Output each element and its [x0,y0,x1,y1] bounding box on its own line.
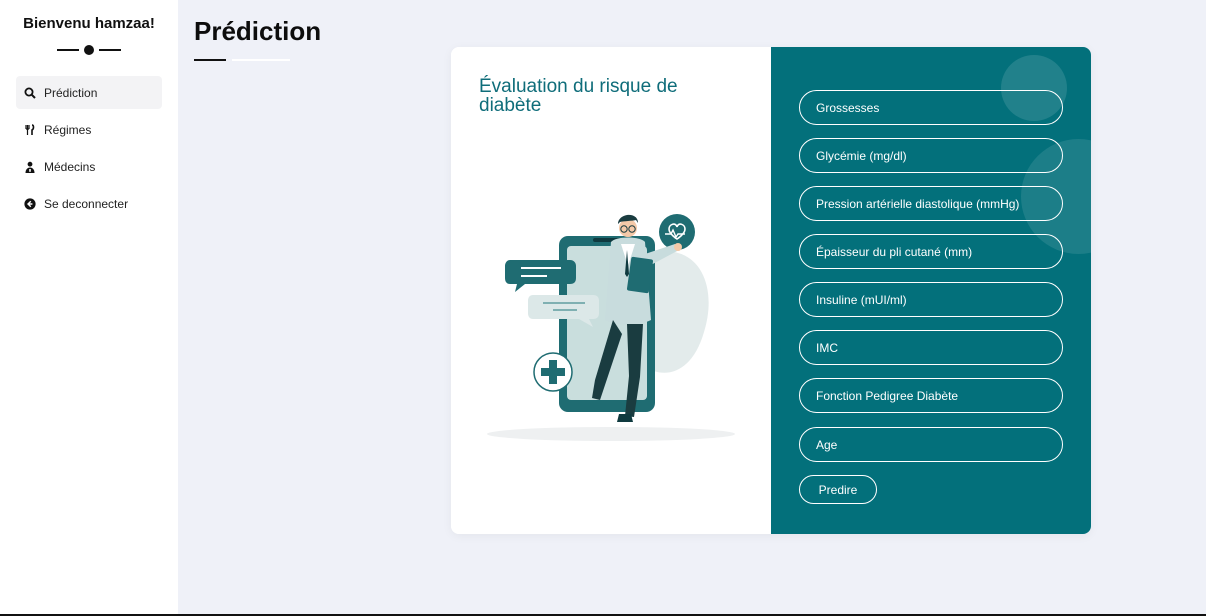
grossesses-input[interactable]: Grossesses [799,90,1063,125]
sidebar-item-label: Prédiction [44,85,98,100]
sidebar-item-label: Régimes [44,122,92,137]
page-title: Prédiction [194,16,322,46]
insuline-input[interactable]: Insuline (mUI/ml) [799,282,1063,317]
sidebar-item-regimes[interactable]: Régimes [16,113,162,146]
title-underline [194,59,226,61]
epaisseur-pli-cutane-input[interactable]: Épaisseur du pli cutané (mm) [799,234,1063,269]
card-title: Évaluation du risque de diabète [479,76,678,116]
sidebar: Bienvenu hamzaa! Prédiction Régimes Méde… [0,0,178,616]
card-illustration-panel: Évaluation du risque de diabète [451,47,771,534]
glycemie-input[interactable]: Glycémie (mg/dl) [799,138,1063,173]
prediction-card: Évaluation du risque de diabète Grossess… [451,47,1091,534]
pression-arterielle-input[interactable]: Pression artérielle diastolique (mmHg) [799,186,1063,221]
predict-button[interactable]: Predire [799,475,877,504]
title-underline-light [232,59,290,61]
doctor-icon [24,161,36,173]
sidebar-nav: Prédiction Régimes Médecins Se deconnect… [16,76,162,224]
utensils-icon [24,123,36,136]
age-input[interactable]: Age [799,427,1063,462]
imc-input[interactable]: IMC [799,330,1063,365]
sidebar-item-medecins[interactable]: Médecins [16,150,162,183]
sidebar-divider [57,44,121,56]
sidebar-item-label: Médecins [44,159,96,174]
doctor-with-phone-illustration [487,214,735,441]
welcome-message: Bienvenu hamzaa! [23,15,155,32]
sidebar-item-logout[interactable]: Se deconnecter [16,187,162,220]
sidebar-item-label: Se deconnecter [44,196,129,211]
fonction-pedigree-input[interactable]: Fonction Pedigree Diabète [799,378,1063,413]
sidebar-item-prediction[interactable]: Prédiction [16,76,162,109]
prediction-form: Grossesses Glycémie (mg/dl) Pression art… [771,47,1091,534]
search-icon [24,87,36,99]
logout-icon [24,197,36,210]
